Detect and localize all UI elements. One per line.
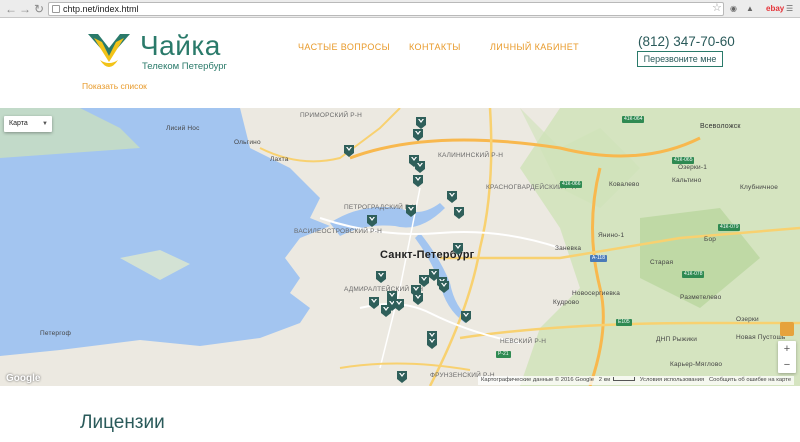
map-marker-icon[interactable] [453, 206, 465, 220]
map-type-selector[interactable]: Карта ▼ [4, 116, 52, 132]
map-marker-icon[interactable] [412, 128, 424, 142]
reload-icon[interactable]: ↻ [32, 2, 46, 16]
map-place-label: Клубничное [740, 184, 779, 191]
map-place-label: Озерки [736, 316, 759, 323]
map-type-label: Карта [9, 120, 28, 127]
map-marker-icon[interactable] [393, 298, 405, 312]
map[interactable]: Карта ▼ ПРИМОРСКИЙ Р-Н КАЛИНИНСКИЙ Р-Н К… [0, 108, 800, 386]
map-marker-icon[interactable] [438, 280, 450, 294]
map-place-label: Петергоф [40, 330, 71, 337]
map-marker-icon[interactable] [460, 310, 472, 324]
map-place-label: ДНП Рыжики [656, 336, 698, 343]
back-icon[interactable]: ← [4, 2, 18, 16]
map-marker-icon[interactable] [412, 174, 424, 188]
chevron-down-icon: ▼ [42, 121, 48, 127]
map-report-link[interactable]: Сообщить об ошибке на карте [709, 377, 791, 383]
map-place-label: Карьер-Мяглово [670, 361, 723, 368]
map-marker-icon[interactable] [368, 296, 380, 310]
menu-icon[interactable]: ☰ [786, 3, 793, 15]
road-badge: А-118 [590, 255, 607, 262]
map-attribution: Картографические данные © 2016 Google 2 … [478, 376, 795, 385]
extension-icon[interactable]: ◉ [730, 3, 737, 15]
bookmark-star-icon[interactable]: ☆ [712, 1, 722, 14]
callback-button[interactable]: Перезвоните мне [637, 51, 723, 67]
map-place-label: Старая [650, 259, 674, 266]
map-place-label: Бор [704, 236, 717, 243]
road-badge: 41К-079 [718, 224, 741, 231]
map-canvas [0, 108, 800, 386]
map-district-label: НЕВСКИЙ Р-Н [500, 338, 547, 345]
ebay-extension-icon[interactable]: ebay [766, 3, 784, 15]
road-badge: 41К-066 [560, 181, 583, 188]
map-district-label: ПРИМОРСКИЙ Р-Н [300, 112, 363, 119]
road-badge: 41К-078 [682, 271, 705, 278]
road-badge: 41К-064 [622, 116, 645, 123]
map-marker-icon[interactable] [412, 292, 424, 306]
map-marker-icon[interactable] [418, 274, 430, 288]
map-marker-icon[interactable] [446, 190, 458, 204]
map-district-label: КАЛИНИНСКИЙ Р-Н [438, 152, 504, 159]
map-place-label: Лахта [270, 156, 289, 163]
map-marker-icon[interactable] [414, 160, 426, 174]
show-list-link[interactable]: Показать список [82, 81, 147, 91]
map-place-label: Лисий Нос [166, 125, 200, 132]
map-scale-label[interactable]: 2 км [599, 377, 610, 383]
extension-icon[interactable]: ▲ [746, 3, 754, 15]
nav-contacts[interactable]: КОНТАКТЫ [409, 42, 461, 52]
map-place-label: Новосергиевка [572, 290, 621, 297]
map-scale-bar [613, 377, 636, 382]
site-header: Чайка Телеком Петербург ЧАСТЫЕ ВОПРОСЫ К… [0, 18, 800, 108]
road-badge: 41К-065 [672, 157, 695, 164]
logo-icon[interactable] [86, 32, 132, 72]
map-place-label: Ольгино [234, 139, 261, 146]
map-marker-icon[interactable] [396, 370, 408, 384]
zoom-out-button[interactable]: − [778, 357, 796, 373]
street-view-pegman-icon[interactable] [780, 322, 794, 336]
map-marker-icon[interactable] [366, 214, 378, 228]
phone-number[interactable]: (812) 347-70-60 [638, 34, 735, 49]
map-data-credit: Картографические данные © 2016 Google [481, 377, 594, 383]
logo-tagline: Телеком Петербург [142, 61, 228, 72]
map-marker-icon[interactable] [375, 270, 387, 284]
map-district-label: ВАСИЛЕОСТРОВСКИЙ Р-Н [294, 228, 382, 235]
road-badge: Е105 [616, 319, 632, 326]
map-place-label: Кальтино [672, 177, 702, 184]
zoom-in-button[interactable]: + [778, 341, 796, 357]
map-terms-link[interactable]: Условия использования [640, 377, 704, 383]
browser-toolbar: ← → ↻ chtp.net/index.html ☆ ◉ ▲ ebay ☰ [0, 0, 800, 18]
map-place-label: Кудрово [553, 299, 580, 306]
zoom-control: + − [778, 341, 796, 373]
map-marker-icon[interactable] [380, 304, 392, 318]
map-place-label: Новая Пустошь [736, 334, 786, 341]
map-marker-icon[interactable] [405, 204, 417, 218]
map-place-label: Ковалево [609, 181, 640, 188]
map-marker-icon[interactable] [426, 336, 438, 350]
url-text: chtp.net/index.html [63, 4, 139, 14]
map-place-label: Заневка [555, 245, 582, 252]
address-bar[interactable]: chtp.net/index.html [48, 2, 724, 16]
map-place-label: Янино-1 [598, 232, 625, 239]
nav-faq[interactable]: ЧАСТЫЕ ВОПРОСЫ [298, 42, 390, 52]
page-icon [52, 5, 60, 13]
road-badge: Р-21 [496, 351, 511, 358]
map-place-label: Озерки-1 [678, 164, 708, 171]
section-title: Лицензии [80, 412, 165, 433]
google-logo: Google [6, 373, 41, 384]
map-place-label: Разметелево [680, 294, 722, 301]
map-place-label: Всеволожск [700, 123, 741, 130]
forward-icon[interactable]: → [18, 2, 32, 16]
map-marker-icon[interactable] [343, 144, 355, 158]
logo-name[interactable]: Чайка [140, 30, 221, 62]
nav-account[interactable]: ЛИЧНЫЙ КАБИНЕТ [490, 42, 579, 52]
map-marker-icon[interactable] [452, 242, 464, 256]
